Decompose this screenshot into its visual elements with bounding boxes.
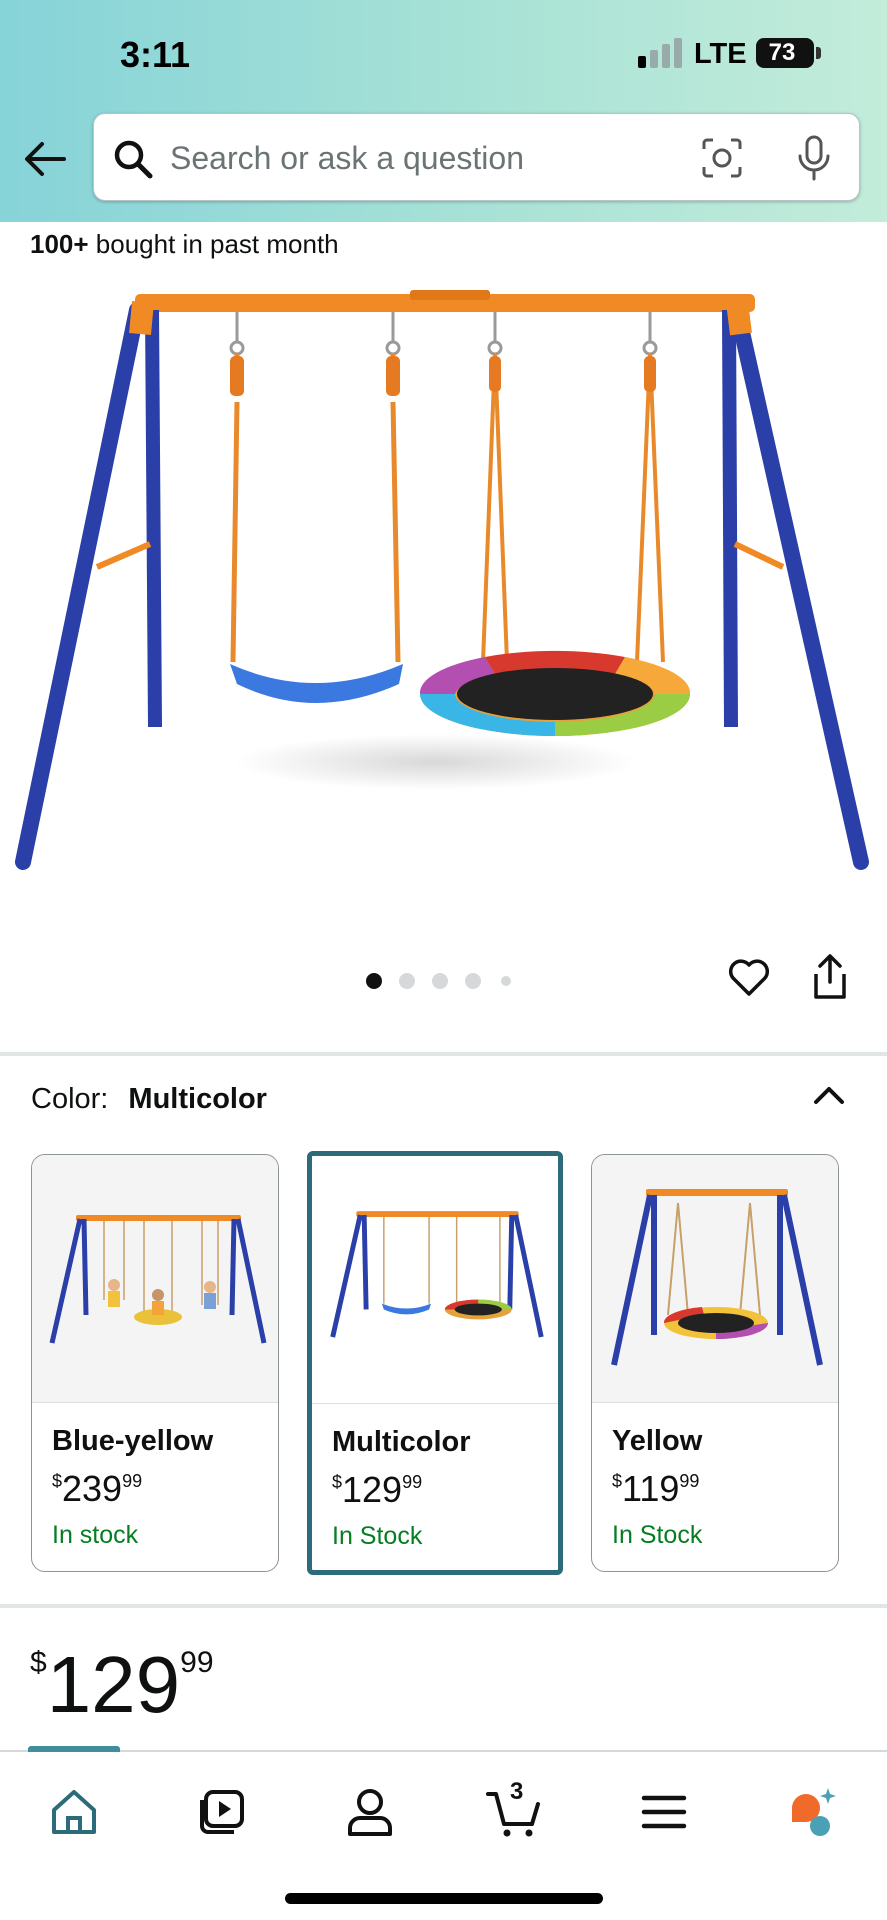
pagination-dot[interactable] [501, 976, 511, 986]
color-option-name: Multicolor [332, 1426, 471, 1458]
top-bar: 3:11 LTE 73 [0, 0, 887, 222]
color-option-name: Blue-yellow [52, 1425, 214, 1457]
pagination-dot-active[interactable] [366, 973, 382, 989]
currency-symbol: $ [332, 1472, 343, 1492]
stock-status: In Stock [332, 1522, 423, 1550]
account-icon[interactable] [340, 1782, 400, 1842]
pagination-dot[interactable] [399, 973, 415, 989]
home-icon[interactable] [44, 1782, 104, 1842]
price-cents: 99 [679, 1471, 700, 1491]
rufus-icon[interactable] [782, 1782, 842, 1842]
price-cents: 99 [180, 1646, 214, 1679]
video-icon[interactable] [192, 1782, 252, 1842]
color-selector-header[interactable]: Color: Multicolor [31, 1083, 267, 1116]
pagination-dot[interactable] [465, 973, 481, 989]
color-option-image [592, 1155, 838, 1403]
battery-icon: 73 [756, 38, 814, 68]
currency-symbol: $ [612, 1471, 623, 1491]
search-input[interactable] [170, 132, 650, 184]
swing-thumbnail-image [611, 1189, 823, 1366]
search-bar[interactable] [93, 113, 860, 201]
image-pagination[interactable] [366, 970, 526, 990]
chevron-up-icon[interactable] [810, 1080, 848, 1108]
cart-button[interactable]: 3 [484, 1778, 544, 1842]
price-whole: 129 [46, 1640, 181, 1729]
price-cents: 99 [122, 1471, 143, 1491]
back-arrow-icon [25, 142, 66, 176]
section-divider [0, 1604, 887, 1608]
color-option-card[interactable]: Blue-yellow $23999 In stock [31, 1154, 279, 1572]
battery-nub [816, 47, 821, 59]
pagination-dot[interactable] [432, 973, 448, 989]
social-proof-count: 100+ [30, 229, 89, 259]
swing-thumbnail-image [330, 1211, 544, 1338]
price-cents: 99 [402, 1472, 423, 1492]
microphone-icon[interactable] [794, 134, 834, 182]
selected-color: Multicolor [128, 1083, 267, 1115]
product-price: $12999 [30, 1640, 214, 1748]
menu-icon[interactable] [634, 1782, 694, 1842]
color-option-price: $23999 [52, 1468, 142, 1510]
battery-level: 73 [768, 39, 796, 66]
social-proof-label: bought in past month [88, 229, 339, 259]
share-icon[interactable] [810, 952, 850, 1002]
product-image[interactable] [15, 282, 872, 892]
home-indicator [285, 1893, 603, 1904]
active-tab-indicator [28, 1746, 120, 1752]
status-time: 3:11 [120, 34, 191, 75]
color-option-image [312, 1156, 558, 1404]
signal-strength-icon [638, 38, 686, 68]
color-option-card-selected[interactable]: Multicolor $12999 In Stock [307, 1151, 563, 1575]
cart-badge: 3 [510, 1778, 524, 1805]
price-whole: 129 [342, 1469, 403, 1510]
color-option-card[interactable]: Yellow $11999 In Stock [591, 1154, 839, 1572]
section-divider [0, 1052, 887, 1056]
color-option-price: $12999 [332, 1469, 422, 1511]
color-option-image [32, 1155, 278, 1403]
network-type: LTE [694, 38, 747, 70]
social-proof-text: 100+ bought in past month [30, 229, 339, 260]
back-button[interactable] [20, 133, 72, 185]
heart-icon[interactable] [727, 955, 771, 999]
currency-symbol: $ [52, 1471, 63, 1491]
camera-search-icon[interactable] [701, 137, 743, 179]
stock-status: In Stock [612, 1521, 703, 1549]
search-icon [114, 140, 153, 179]
color-option-price: $11999 [612, 1468, 699, 1510]
stock-status: In stock [52, 1521, 139, 1549]
price-whole: 119 [622, 1468, 680, 1509]
color-option-name: Yellow [612, 1425, 703, 1457]
color-label: Color: [31, 1083, 109, 1115]
swing-thumbnail-image [49, 1215, 267, 1344]
price-whole: 239 [62, 1468, 123, 1509]
price-currency: $ [30, 1646, 47, 1679]
